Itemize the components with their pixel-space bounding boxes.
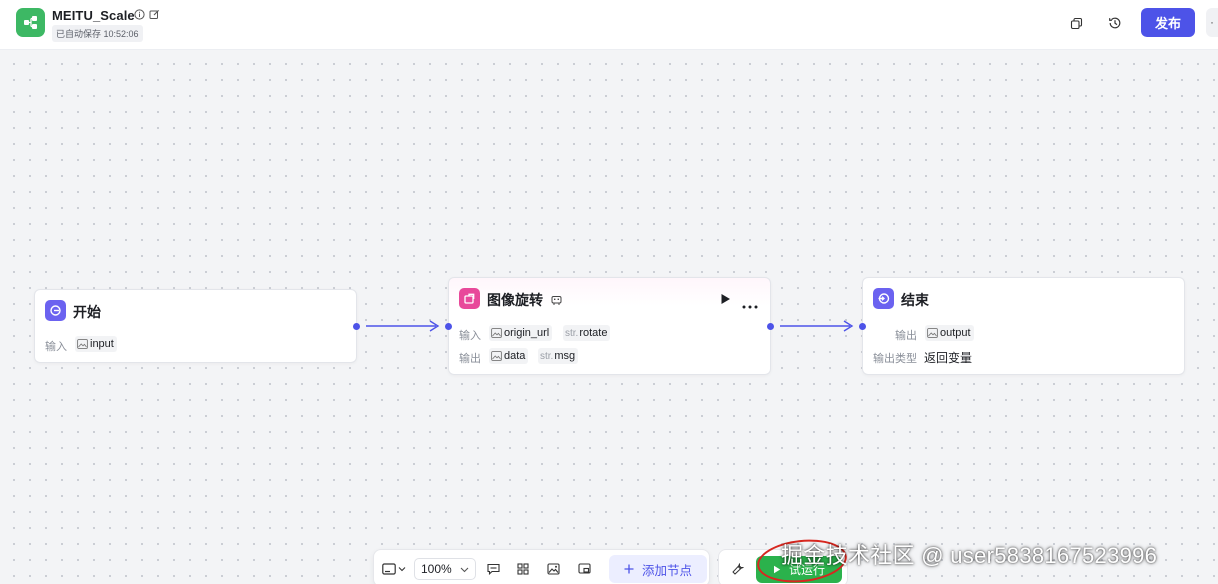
publish-button[interactable]: 发布 <box>1141 8 1195 37</box>
rotate-node-icon <box>459 288 480 309</box>
rotate-input-port[interactable] <box>445 323 452 330</box>
app-title: MEITU_Scale <box>52 8 135 23</box>
start-output-port[interactable] <box>353 323 360 330</box>
start-input-var: input <box>90 338 114 350</box>
start-input-label: 输入 <box>45 341 67 353</box>
minimap-button[interactable] <box>574 560 594 578</box>
start-input-tag: input <box>75 336 117 352</box>
plus-icon <box>624 564 634 574</box>
more-icon: · <box>1210 15 1214 29</box>
type-prefix: str. <box>565 327 579 339</box>
end-node-icon <box>873 288 894 309</box>
image-button[interactable] <box>543 560 563 578</box>
more-menu-button[interactable]: · <box>1206 8 1218 37</box>
image-type-icon <box>927 328 938 338</box>
grid-layout-icon <box>517 563 529 575</box>
add-node-button[interactable]: 添加节点 <box>609 555 707 583</box>
type-prefix: str. <box>540 350 554 362</box>
rotate-input-var-1: origin_url <box>504 327 550 339</box>
app-logo-icon <box>16 8 45 37</box>
edge-start-to-rotate <box>366 320 440 332</box>
minimap-icon <box>577 563 591 574</box>
chevron-down-icon <box>460 567 469 573</box>
header-bar: MEITU_Scale 已自动保存 10:52:06 发布 · <box>0 0 1218 50</box>
end-output-var: output <box>940 327 971 339</box>
chevron-down-icon <box>398 567 406 572</box>
comment-button[interactable] <box>483 560 503 578</box>
rotate-output-tag-1: data <box>489 348 529 364</box>
end-output-type-value: 返回变量 <box>924 351 973 365</box>
screen-icon <box>382 563 396 575</box>
image-type-icon <box>77 339 88 349</box>
history-button[interactable] <box>1104 12 1126 34</box>
play-icon <box>773 565 781 574</box>
end-input-port[interactable] <box>859 323 866 330</box>
start-node-icon <box>45 300 66 321</box>
node-start[interactable]: 开始 输入 input <box>34 289 360 363</box>
node-image-rotate[interactable]: 图像旋转 输入 origin_url str. rotate 输出 data s… <box>445 277 774 375</box>
debug-tools-button[interactable] <box>728 560 748 578</box>
history-icon <box>1109 17 1121 29</box>
rotate-output-var-2: msg <box>554 350 576 362</box>
rotate-output-label: 输出 <box>459 353 481 365</box>
add-node-label: 添加节点 <box>641 563 692 578</box>
comment-icon <box>486 563 500 575</box>
rotate-input-label: 输入 <box>459 330 481 342</box>
node-start-title: 开始 <box>73 304 101 320</box>
autosave-status: 已自动保存 10:52:06 <box>52 25 143 42</box>
info-icon[interactable] <box>134 9 145 20</box>
more-dots-icon <box>742 305 758 309</box>
run-node-button[interactable] <box>720 292 731 310</box>
copy-button[interactable] <box>1065 12 1087 34</box>
rotate-input-tag-1: origin_url <box>489 325 553 341</box>
canvas-mode-button[interactable] <box>381 560 407 578</box>
plugin-badge-icon <box>551 293 562 311</box>
rotate-output-port[interactable] <box>767 323 774 330</box>
layout-button[interactable] <box>513 560 533 578</box>
node-end-title: 结束 <box>901 292 929 308</box>
zoom-select[interactable]: 100% <box>414 558 476 580</box>
rotate-output-tag-2: str. msg <box>538 348 579 364</box>
edge-rotate-to-end <box>780 320 854 332</box>
play-icon <box>721 294 730 304</box>
rotate-input-tag-2: str. rotate <box>563 325 611 341</box>
copy-icon <box>1070 17 1082 29</box>
image-type-icon <box>491 328 502 338</box>
end-output-tag: output <box>925 325 974 341</box>
rotate-input-var-2: rotate <box>579 327 608 339</box>
node-more-button[interactable] <box>742 296 758 314</box>
wrench-icon <box>732 563 744 575</box>
edit-icon[interactable] <box>149 9 160 20</box>
zoom-value: 100% <box>421 562 452 576</box>
node-end[interactable]: 结束 输出 output 输出类型 返回变量 <box>859 277 1185 375</box>
rotate-output-var-1: data <box>504 350 526 362</box>
canvas-toolbar: 100% 添加节点 <box>373 549 710 584</box>
image-type-icon <box>491 351 502 361</box>
image-icon <box>546 563 560 575</box>
node-rotate-title: 图像旋转 <box>487 292 543 308</box>
end-output-type-label: 输出类型 <box>873 353 917 365</box>
end-output-label: 输出 <box>895 330 917 342</box>
watermark: 掘金技术社区 @ user5838167523996 <box>781 543 1158 568</box>
